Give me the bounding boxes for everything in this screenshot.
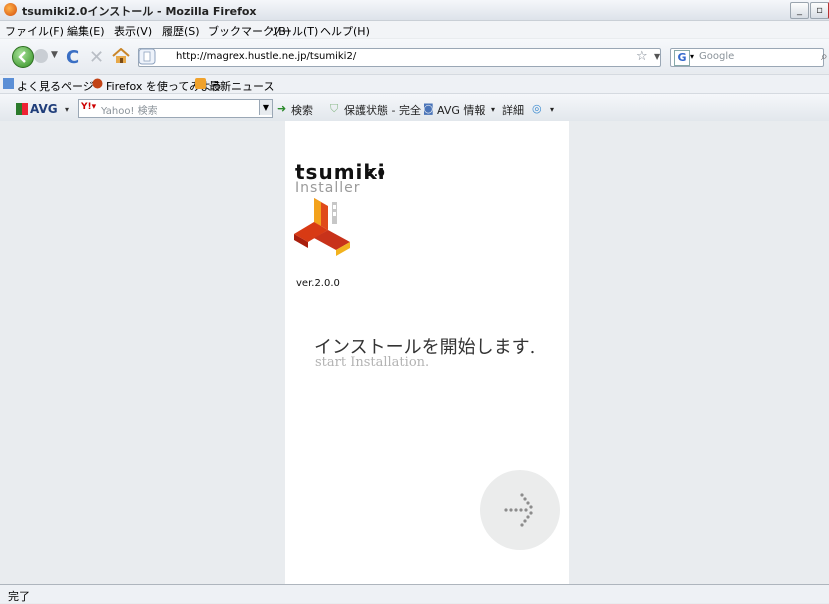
search-placeholder: Google (699, 51, 735, 62)
bookmark-page-icon (3, 78, 14, 89)
menu-history[interactable]: 履歴(S) (162, 23, 200, 39)
stop-icon[interactable]: ✕ (89, 47, 104, 68)
window-title: tsumiki2.0インストール - Mozilla Firefox (22, 5, 257, 18)
avg-extra-dropdown-icon[interactable]: ▾ (550, 105, 554, 114)
avg-logo[interactable]: AVG (16, 102, 58, 116)
rss-icon (195, 78, 206, 89)
bookmark-latest-news[interactable]: 最新ニュース (209, 78, 274, 94)
reload-icon[interactable]: C (66, 47, 79, 68)
bookmark-most-visited[interactable]: よく見るページ (17, 78, 94, 94)
menu-edit[interactable]: 編集(E) (67, 23, 105, 39)
avg-info-icon: ◙ (423, 102, 434, 115)
menu-tools[interactable]: ツール(T) (270, 23, 318, 39)
avg-logo-text: AVG (30, 102, 58, 116)
avg-protection-status[interactable]: 保護状態 - 完全 (344, 102, 421, 118)
next-button[interactable] (480, 470, 560, 550)
url-dropdown-icon[interactable]: ▼ (654, 52, 660, 61)
minimize-button[interactable]: _ (790, 2, 809, 19)
logo-version: 2.0 (367, 168, 385, 179)
version-label: ver.2.0.0 (296, 278, 340, 289)
logo-subtitle: Installer (295, 180, 361, 196)
history-dropdown-icon[interactable]: ▼ (51, 50, 58, 60)
menu-view[interactable]: 表示(V) (114, 23, 152, 39)
search-icon[interactable]: ⌕ (821, 49, 828, 64)
next-arrow-icon (504, 493, 533, 527)
avg-search-button[interactable]: 検索 (291, 102, 313, 118)
install-heading-en: start Installation. (315, 355, 430, 370)
menu-help[interactable]: ヘルプ(H) (320, 23, 370, 39)
page-icon (138, 48, 156, 65)
yahoo-search-input[interactable]: Y!▾ Yahoo! 検索 (78, 99, 273, 118)
avg-extra-icon[interactable]: ◎ (532, 102, 542, 115)
url-text[interactable]: http://magrex.hustle.ne.jp/tsumiki2/ (176, 51, 356, 62)
firefox-bookmark-icon (92, 78, 103, 89)
forward-button[interactable] (34, 49, 48, 63)
title-bar: tsumiki2.0インストール - Mozilla Firefox _ ▫ (0, 0, 829, 21)
yahoo-icon[interactable]: Y!▾ (81, 102, 96, 112)
avg-details-button[interactable]: 詳細 (502, 102, 524, 118)
yahoo-search-dropdown[interactable]: ▼ (259, 100, 272, 115)
search-box[interactable]: G ▾ Google (670, 48, 824, 67)
search-go-icon[interactable]: ➜ (277, 102, 286, 115)
bookmarks-bar: よく見るページ Firefox を使ってみよう 最新ニュース (0, 74, 829, 93)
avg-logo-icon (16, 103, 28, 115)
back-button[interactable] (12, 46, 34, 68)
google-icon[interactable]: G (674, 50, 690, 66)
bookmark-star-icon[interactable]: ☆ (636, 49, 648, 64)
home-icon[interactable] (112, 48, 130, 64)
avg-info-dropdown-icon[interactable]: ▾ (491, 105, 495, 114)
avg-info-button[interactable]: AVG 情報 (437, 102, 485, 118)
tsumiki-emblem-icon (294, 198, 350, 256)
yahoo-search-placeholder: Yahoo! 検索 (101, 106, 158, 117)
menu-file[interactable]: ファイル(F) (5, 23, 64, 39)
shield-icon: ⛉ (330, 102, 339, 115)
avg-dropdown-icon[interactable]: ▾ (65, 105, 69, 114)
search-engine-dropdown-icon[interactable]: ▾ (690, 52, 694, 61)
status-bar: 完了 (0, 584, 829, 603)
firefox-icon (4, 3, 17, 16)
maximize-button[interactable]: ▫ (810, 2, 829, 19)
back-arrow-icon (18, 51, 26, 63)
menu-bar: ファイル(F) 編集(E) 表示(V) 履歴(S) ブックマーク(B) ツール(… (0, 21, 829, 38)
